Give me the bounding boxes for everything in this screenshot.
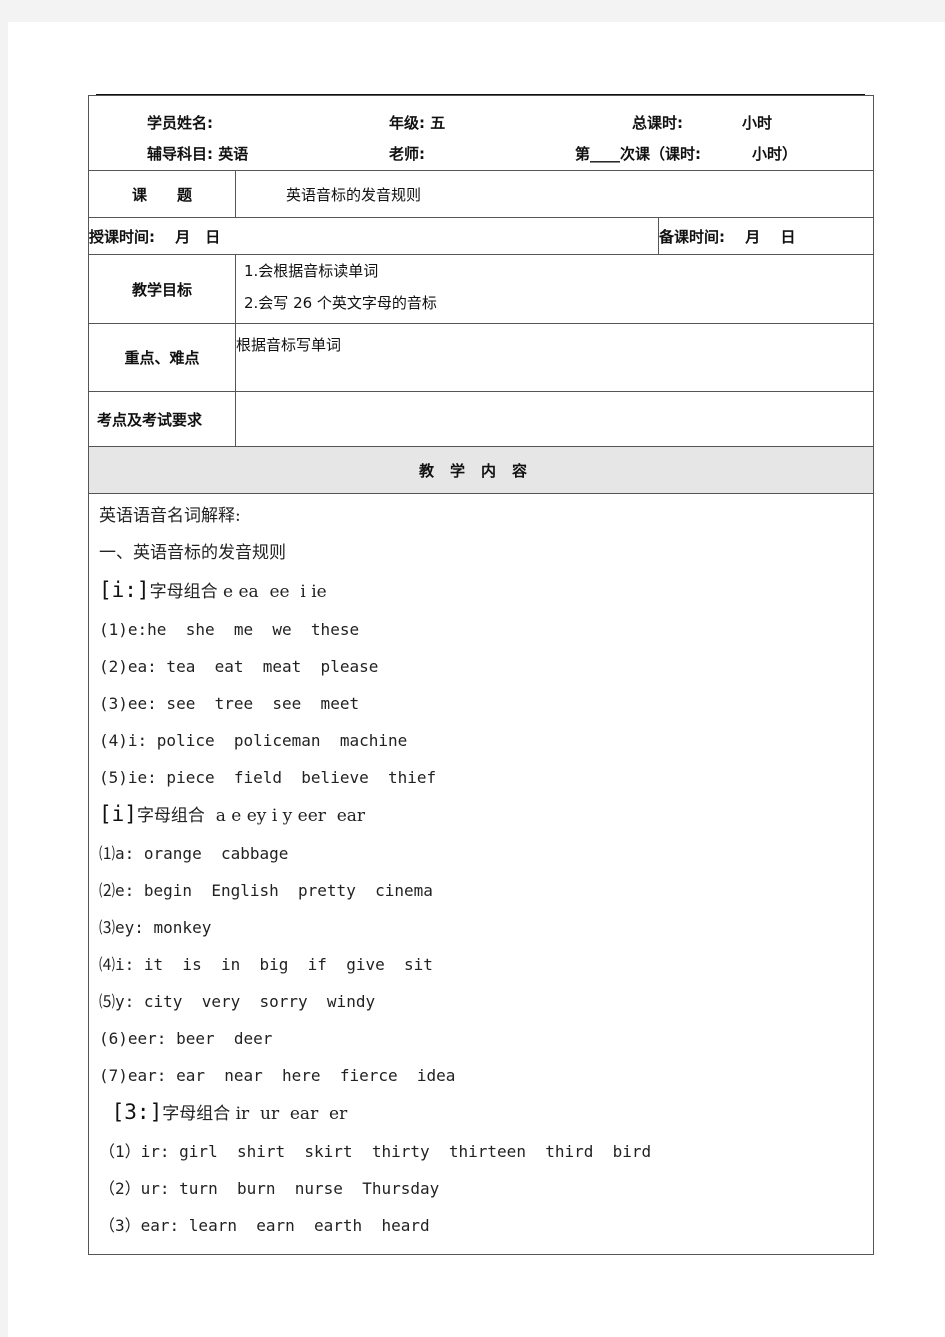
exam-value (234, 391, 875, 447)
content-intro: 英语语音名词解释: (99, 506, 241, 526)
total-hours-label: 总课时: (632, 114, 683, 132)
goals-label: 教学目标 (88, 254, 236, 324)
content-header: 教学内容 (87, 446, 875, 494)
example-line: （2）ur: turn burn nurse Thursday (99, 1179, 440, 1198)
example-line: (4)i: police policeman machine (99, 731, 408, 750)
example-line: (6)eer: beer deer (99, 1029, 273, 1048)
phoneme-group-letters: 字母组合 e ea ee i ie (149, 582, 327, 602)
phoneme-group-letters: 字母组合 ir ur ear er (162, 1104, 348, 1124)
content-body: 英语语音名词解释: 一、英语音标的发音规则 [i:]字母组合 e ea ee i… (87, 493, 875, 1255)
prep-time: 备课时间: 月 日 (657, 217, 875, 255)
key-points-value: 根据音标写单词 (234, 323, 875, 392)
goal-item: 1.会根据音标读单词 (244, 262, 379, 280)
example-line: (7)ear: ear near here fierce idea (99, 1066, 456, 1085)
lesson-number-label: 第____次课（课时: (575, 145, 701, 163)
goal-item: 2.会写 26 个英文字母的音标 (244, 294, 437, 312)
example-line: ⑸y: city very sorry windy (99, 992, 376, 1011)
example-line: (3)ee: see tree see meet (99, 694, 360, 713)
key-points-label: 重点、难点 (88, 323, 236, 392)
phoneme-group-letters: 字母组合 a e ey i y eer ear (136, 806, 366, 826)
teacher-label: 老师: (389, 145, 425, 163)
teach-time: 授课时间: 月 日 (88, 217, 659, 255)
student-name-label: 学员姓名: (147, 114, 213, 132)
example-line: (2)ea: tea eat meat please (99, 657, 379, 676)
example-line: ⑴a: orange cabbage (99, 844, 289, 863)
goals-list: 1.会根据音标读单词 2.会写 26 个英文字母的音标 (234, 254, 875, 324)
phoneme-group-title: [3:]字母组合 ir ur ear er (99, 1094, 865, 1133)
phoneme-symbol: [3:] (99, 1100, 163, 1124)
lesson-plan-table: 学员姓名: 年级: 五 总课时: 小时 辅导科目: 英语 老师: 第____次课… (87, 95, 875, 1255)
example-line: （3）ear: learn earn earth heard (99, 1216, 430, 1235)
phoneme-group-title: [i]字母组合 a e ey i y eer ear (99, 796, 865, 835)
example-line: ⑶ey: monkey (99, 918, 212, 937)
header-cell: 学员姓名: 年级: 五 总课时: 小时 辅导科目: 英语 老师: 第____次课… (87, 95, 875, 171)
example-line: (5)ie: piece field believe thief (99, 768, 437, 787)
total-hours-unit: 小时 (742, 114, 773, 132)
topic-value: 英语音标的发音规则 (234, 170, 875, 218)
grade-label: 年级: 五 (389, 114, 446, 132)
topic-label: 课 题 (88, 170, 236, 218)
example-line: （1）ir: girl shirt skirt thirty thirteen … (99, 1142, 652, 1161)
example-line: ⑷i: it is in big if give sit (99, 955, 433, 974)
exam-label: 考点及考试要求 (88, 391, 236, 447)
phoneme-group-title: [i:]字母组合 e ea ee i ie (99, 572, 865, 611)
example-line: (1)e:he she me we these (99, 620, 360, 639)
lesson-hours-unit: 小时） (752, 145, 798, 163)
example-line: ⑵e: begin English pretty cinema (99, 881, 433, 900)
phoneme-symbol: [i:] (99, 578, 150, 602)
subject-label: 辅导科目: 英语 (147, 145, 249, 163)
phoneme-symbol: [i] (99, 802, 137, 826)
section-title: 一、英语音标的发音规则 (99, 543, 286, 563)
